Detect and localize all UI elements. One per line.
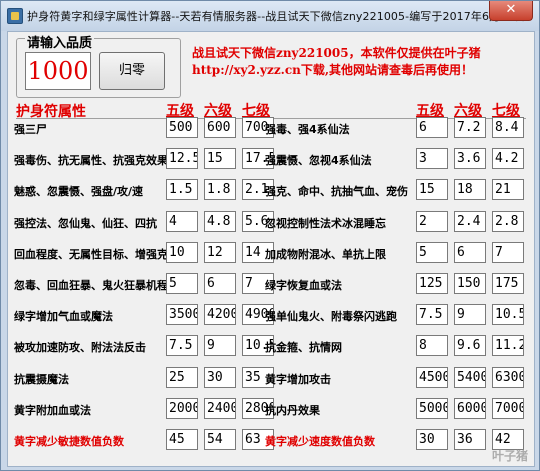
row-label: 魅惑、忽震慑、强盘/攻/速 <box>14 185 144 199</box>
value-field-level5[interactable]: 125 <box>416 273 448 294</box>
row-label: 黄字增加攻击 <box>265 372 331 386</box>
value-field-level5[interactable]: 10 <box>166 241 198 263</box>
value-field-level5[interactable]: 6 <box>416 117 448 138</box>
row-label: 强毒、强4系仙法 <box>265 123 350 136</box>
value-field-level6[interactable]: 7.2 <box>454 117 486 138</box>
value-field-level6[interactable]: 4200 <box>204 304 236 326</box>
value-field-level6[interactable]: 5400 <box>454 366 486 388</box>
value-field-level7[interactable]: 2.8 <box>492 210 524 232</box>
row-label: 被攻加速防攻、附法法反击 <box>14 341 146 355</box>
value-field-level6[interactable]: 9.6 <box>454 335 486 357</box>
value-field-level5[interactable]: 12.5 <box>166 148 198 170</box>
value-field-level7[interactable]: 7000 <box>492 397 524 419</box>
row-label: 绿字恢复血或法 <box>265 279 342 292</box>
value-field-level7[interactable]: 11.2 <box>492 335 524 357</box>
value-field-level5[interactable]: 7.5 <box>416 304 448 326</box>
row-label: 抗金箍、抗情网 <box>265 341 342 355</box>
value-field-level6[interactable]: 2.4 <box>454 210 486 232</box>
value-field-level7[interactable]: 175 <box>492 273 524 294</box>
row-label: 黄字减少敏捷数值负数 <box>14 435 124 448</box>
value-field-level6[interactable]: 4.8 <box>204 210 236 232</box>
value-field-level7[interactable]: 8.4 <box>492 117 524 138</box>
notice-line-1: 战且试天下微信zny221005，本软件仅提供在叶子猪 <box>192 46 481 60</box>
value-field-level5[interactable]: 2 <box>416 210 448 232</box>
row-label: 忽毒、回血狂暴、鬼火狂暴机程 <box>14 279 168 292</box>
value-field-level5[interactable]: 5 <box>166 273 198 294</box>
value-field-level6[interactable]: 30 <box>204 366 236 388</box>
title-bar[interactable]: 护身符黄字和绿字属性计算器--天若有情服务器--战且试天下微信zny221005… <box>1 1 539 31</box>
value-field-level6[interactable]: 18 <box>454 179 486 201</box>
value-field-level5[interactable]: 4500 <box>416 366 448 388</box>
row-label: 回血程度、无属性目标、增强克 <box>14 247 168 261</box>
value-field-level6[interactable]: 36 <box>454 429 486 450</box>
quality-legend: 请输入品质 <box>25 32 95 51</box>
value-field-level6[interactable]: 1.8 <box>204 179 236 201</box>
value-field-level6[interactable]: 12 <box>204 241 236 263</box>
watermark: 叶子猪 <box>491 449 528 463</box>
value-field-level5[interactable]: 4 <box>166 210 198 232</box>
value-field-level5[interactable]: 45 <box>166 429 198 450</box>
value-field-level6[interactable]: 2400 <box>204 397 236 419</box>
row-label: 黄字减少速度数值负数 <box>265 435 375 448</box>
value-field-level5[interactable]: 3500 <box>166 304 198 326</box>
row-label: 忽视控制性法术冰混睡忘 <box>265 216 386 230</box>
value-field-level5[interactable]: 8 <box>416 335 448 357</box>
quality-input[interactable]: 1000 <box>25 52 91 90</box>
client-area: 请输入品质 1000 归零 战且试天下微信zny221005，本软件仅提供在叶子… <box>7 31 535 467</box>
close-button[interactable]: ✕ <box>489 1 533 21</box>
value-field-level6[interactable]: 15 <box>204 148 236 170</box>
row-label: 抗内丹效果 <box>265 403 320 417</box>
row-label: 抗震摄魔法 <box>14 372 69 386</box>
value-field-level6[interactable]: 3.6 <box>454 148 486 170</box>
notice-line-2: http://xy2.yzz.cn下载,其他网站请查毒后再使用！ <box>192 63 474 77</box>
quality-group: 请输入品质 1000 归零 <box>16 32 181 98</box>
row-label: 强震慑、忽视4系仙法 <box>265 154 372 168</box>
row-label: 强三尸 <box>14 123 47 136</box>
value-field-level5[interactable]: 7.5 <box>166 335 198 357</box>
value-field-level7[interactable]: 7 <box>492 241 524 263</box>
value-field-level6[interactable]: 54 <box>204 429 236 450</box>
value-field-level5[interactable]: 15 <box>416 179 448 201</box>
value-field-level5[interactable]: 3 <box>416 148 448 170</box>
calculator-window: 护身符黄字和绿字属性计算器--天若有情服务器--战且试天下微信zny221005… <box>0 0 540 471</box>
value-field-level5[interactable]: 5000 <box>416 397 448 419</box>
row-label: 黄字附加血或法 <box>14 403 91 417</box>
row-label: 强克、命中、抗抽气血、宠伤 <box>265 185 408 199</box>
value-field-level7[interactable]: 4.2 <box>492 148 524 170</box>
row-label: 强毒伤、抗无属性、抗强克效果 <box>14 154 168 168</box>
row-label: 加成物附混冰、单抗上限 <box>265 247 386 261</box>
value-field-level6[interactable]: 6 <box>454 241 486 263</box>
value-field-level6[interactable]: 6000 <box>454 397 486 419</box>
value-field-level5[interactable]: 500 <box>166 117 198 138</box>
value-field-level5[interactable]: 1.5 <box>166 179 198 201</box>
app-icon <box>7 8 23 24</box>
value-field-level6[interactable]: 9 <box>454 304 486 326</box>
value-field-level6[interactable]: 150 <box>454 273 486 294</box>
value-field-level5[interactable]: 25 <box>166 366 198 388</box>
value-field-level6[interactable]: 6 <box>204 273 236 294</box>
value-field-level6[interactable]: 600 <box>204 117 236 138</box>
section-divider-right <box>266 118 526 119</box>
value-field-level5[interactable]: 2000 <box>166 397 198 419</box>
value-field-level7[interactable]: 21 <box>492 179 524 201</box>
row-label: 绿字增加气血或魔法 <box>14 310 113 324</box>
value-field-level5[interactable]: 5 <box>416 241 448 263</box>
notice-text: 战且试天下微信zny221005，本软件仅提供在叶子猪 http://xy2.y… <box>192 45 532 79</box>
value-field-level7[interactable]: 6300 <box>492 366 524 388</box>
value-field-level6[interactable]: 9 <box>204 335 236 357</box>
value-field-level5[interactable]: 30 <box>416 429 448 450</box>
window-title: 护身符黄字和绿字属性计算器--天若有情服务器--战且试天下微信zny221005… <box>27 10 526 23</box>
value-field-level7[interactable]: 10.5 <box>492 304 524 326</box>
row-label: 强单仙鬼火、附毒祭闪逃跑 <box>265 310 397 324</box>
row-label: 强控法、忽仙鬼、仙狂、四抗 <box>14 216 157 230</box>
reset-button[interactable]: 归零 <box>99 52 165 90</box>
